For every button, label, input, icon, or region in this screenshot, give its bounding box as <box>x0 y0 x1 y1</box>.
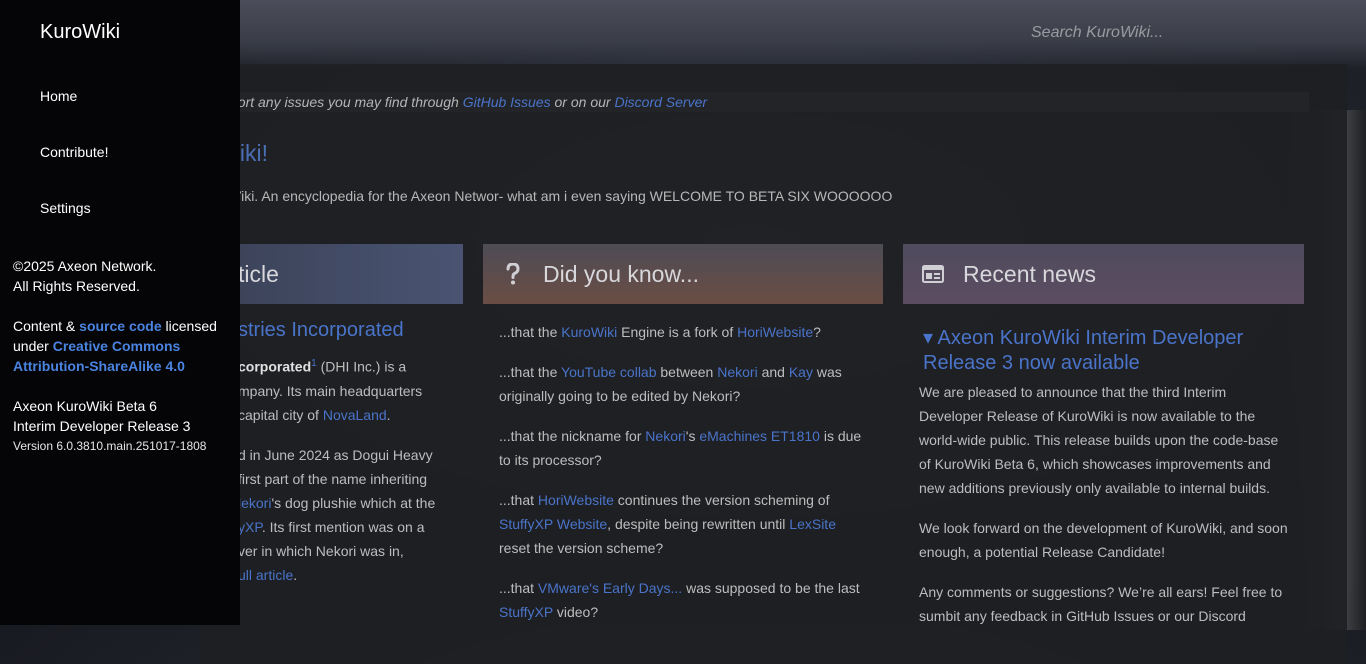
news-icon <box>919 265 947 283</box>
text: . <box>386 406 391 423</box>
version-string: Version 6.0.3810.main.251017-1808 <box>13 439 207 453</box>
text: and <box>757 364 789 380</box>
novaland-link[interactable]: NovaLand <box>323 407 387 423</box>
featured-article-title[interactable]: stries Incorporated <box>238 319 404 342</box>
list-item: ...that the YouTube collab between Nekor… <box>499 360 869 408</box>
nav-contribute[interactable]: Contribute! <box>40 144 108 160</box>
did-you-know-heading: Did you know... <box>543 260 699 287</box>
news-paragraph: We look forward on the development of Ku… <box>919 520 1288 560</box>
notice-text: or on our <box>550 94 615 110</box>
text: ...that the <box>499 364 562 380</box>
news-item-body: We are pleased to announce that the thir… <box>919 380 1291 644</box>
did-you-know-list: ...that the KuroWiki Engine is a fork of… <box>499 320 869 640</box>
stuffyxp-link[interactable]: yXP <box>238 519 262 535</box>
full-article-link[interactable]: ull article <box>238 567 293 583</box>
copyright-line: All Rights Reserved. <box>13 278 140 294</box>
text: first part of the name inheriting <box>238 470 428 487</box>
text: ...that <box>499 492 538 508</box>
license-link[interactable]: Attribution-ShareAlike 4.0 <box>13 358 185 374</box>
release-line: Interim Developer Release 3 <box>13 418 191 434</box>
copyright-line: ©2025 Axeon Network. <box>13 258 157 274</box>
nekori-link[interactable]: Nekori <box>717 364 757 380</box>
stuffyxp-website-link[interactable]: StuffyXP Website <box>499 516 607 532</box>
text: . Its first mention was on a <box>261 518 425 535</box>
nav-home[interactable]: Home <box>40 88 77 104</box>
emachines-link[interactable]: eMachines ET1810 <box>699 428 820 444</box>
site-logo[interactable]: KuroWiki <box>40 21 120 44</box>
license-link[interactable]: Creative Commons <box>53 338 181 354</box>
text: reset the version scheme? <box>499 540 664 556</box>
copyright: ©2025 Axeon Network. All Rights Reserved… <box>13 256 228 296</box>
text: between <box>656 364 718 380</box>
horiwebsite-link[interactable]: HoriWebsite <box>737 324 813 340</box>
background-haze <box>240 0 1366 70</box>
did-you-know-header: Did you know... <box>483 244 883 304</box>
featured-article-heading: ticle <box>238 260 279 287</box>
text: , despite being rewritten until <box>607 516 790 532</box>
article-bold-name: corporated <box>238 358 312 375</box>
text: Content & <box>13 318 80 334</box>
vmware-early-days-link[interactable]: VMware's Early Days... <box>538 580 682 596</box>
text: capital city of <box>238 406 323 423</box>
text: ...that the <box>499 324 562 340</box>
text: Engine is a fork of <box>617 324 738 340</box>
welcome-text: Viki. An encyclopedia for the Axeon Netw… <box>232 188 893 204</box>
discord-link[interactable]: Discord Server <box>614 94 707 110</box>
release-line: Axeon KuroWiki Beta 6 <box>13 398 157 414</box>
beta-notice: port any issues you may find through Git… <box>200 92 1309 112</box>
notice-text: port any issues you may find through <box>230 94 463 110</box>
text: under <box>13 338 53 354</box>
sidebar: KuroWiki Home Contribute! Settings ©2025… <box>0 0 240 625</box>
text: ...that <box>499 580 538 596</box>
source-code-link[interactable]: source code <box>79 318 161 334</box>
did-you-know-card: Did you know... ...that the KuroWiki Eng… <box>483 244 883 644</box>
text: 's dog plushie which at the <box>271 494 436 511</box>
nekori-link[interactable]: lekori <box>238 495 271 511</box>
list-item: ...that the nickname for Nekori's eMachi… <box>499 424 869 472</box>
recent-news-heading: Recent news <box>963 260 1096 287</box>
list-item: ...that the KuroWiki Engine is a fork of… <box>499 320 869 344</box>
license-notice: Content & source code licensed under Cre… <box>13 316 228 376</box>
stuffyxp-link[interactable]: StuffyXP <box>499 604 553 620</box>
text: ver in which Nekori was in, <box>238 542 404 559</box>
search-input[interactable]: Search KuroWiki... <box>1031 24 1163 42</box>
youtube-collab-link[interactable]: YouTube collab <box>561 364 656 380</box>
text: ? <box>813 324 821 340</box>
kurowiki-link[interactable]: KuroWiki <box>561 324 617 340</box>
text: 's <box>685 428 700 444</box>
text: licensed <box>161 318 217 334</box>
text: mpany. Its main headquarters <box>238 382 423 399</box>
news-paragraph: Any comments or suggestions? We’re all e… <box>919 584 1283 624</box>
github-issues-link[interactable]: GitHub Issues <box>463 94 551 110</box>
recent-news-card: Recent news ▾ Axeon KuroWiki Interim Dev… <box>903 244 1304 644</box>
kay-link[interactable]: Kay <box>789 364 813 380</box>
text: (DHI Inc.) is a <box>316 358 407 375</box>
text: . <box>293 566 298 583</box>
text: video? <box>552 604 599 620</box>
text: continues the version scheming of <box>613 492 830 508</box>
news-paragraph: We are pleased to announce that the thir… <box>919 384 1279 496</box>
horiwebsite-link[interactable]: HoriWebsite <box>538 492 614 508</box>
release-info: Axeon KuroWiki Beta 6 Interim Developer … <box>13 396 228 436</box>
text: was supposed to be the last <box>682 580 860 596</box>
text: d in June 2024 as Dogui Heavy <box>238 446 433 463</box>
news-item-title[interactable]: ▾ Axeon KuroWiki Interim Developer Relea… <box>923 326 1283 376</box>
question-icon <box>499 263 527 285</box>
lexsite-link[interactable]: LexSite <box>789 516 836 532</box>
text: ...that the nickname for <box>499 428 646 444</box>
list-item: ...that VMware's Early Days... was suppo… <box>499 576 869 624</box>
recent-news-header: Recent news <box>903 244 1304 304</box>
list-item: ...that HoriWebsite continues the versio… <box>499 488 869 560</box>
nav-settings[interactable]: Settings <box>40 200 91 216</box>
nekori-link[interactable]: Nekori <box>645 428 685 444</box>
featured-article-body: corporated1 (DHI Inc.) is a mpany. Its ma… <box>238 352 458 603</box>
